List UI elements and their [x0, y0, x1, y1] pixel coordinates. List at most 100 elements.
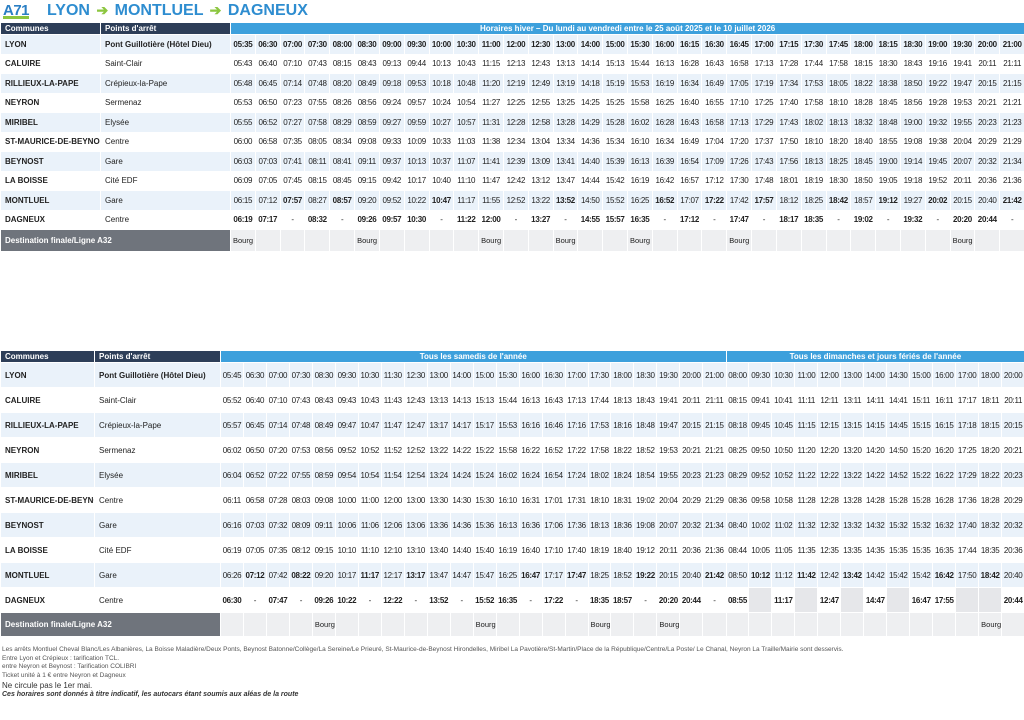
time-cell: 14:29: [577, 112, 604, 133]
time-cell: 18:10: [825, 92, 852, 113]
destination-cell: [380, 612, 405, 637]
time-cell: 07:55: [304, 92, 331, 113]
time-cell: 14:14: [577, 53, 604, 74]
time-cell: 11:00: [478, 34, 504, 55]
time-cell: 14:55: [577, 209, 604, 230]
sunday-time-cell: 16:47: [909, 587, 934, 613]
stops-header: Points d'arrêt: [100, 22, 231, 35]
sunday-time-cell: 09:58: [748, 487, 773, 513]
saturday-time-cell: 18:36: [610, 512, 635, 538]
commune-cell: LYON: [0, 34, 101, 55]
time-cell: 17:19: [751, 73, 777, 94]
sunday-time-cell: 11:42: [794, 562, 819, 588]
time-cell: 16:55: [701, 92, 728, 113]
saturday-time-cell: 06:58: [242, 487, 267, 513]
saturday-time-cell: 13:30: [426, 487, 451, 513]
saturday-time-cell: -: [633, 587, 658, 613]
destination-cell: [527, 229, 554, 252]
sunday-time-cell: 11:20: [794, 437, 819, 463]
time-cell: 19:27: [899, 190, 926, 211]
saturday-time-cell: 09:26: [311, 587, 336, 613]
saturday-time-cell: 13:06: [403, 512, 428, 538]
time-cell: -: [279, 209, 306, 230]
stop-cell: Cité EDF: [94, 537, 221, 563]
time-cell: 13:13: [552, 53, 579, 74]
sunday-time-cell: 11:28: [794, 487, 819, 513]
time-cell: 20:02: [924, 190, 951, 211]
saturday-time-cell: 18:31: [610, 487, 635, 513]
route-origin: LYON: [47, 2, 90, 19]
time-cell: 13:04: [527, 131, 554, 152]
time-cell: 09:26: [354, 209, 380, 230]
saturday-time-cell: 17:22: [564, 437, 589, 463]
commune-cell: DAGNEUX: [0, 587, 95, 613]
time-cell: 12:55: [527, 92, 554, 113]
time-cell: 08:30: [354, 34, 380, 55]
time-cell: 18:45: [875, 92, 901, 113]
time-cell: -: [428, 209, 455, 230]
time-cell: 20:23: [974, 112, 1001, 133]
time-cell: 11:47: [478, 170, 504, 191]
time-cell: 15:13: [602, 53, 628, 74]
time-cell: 19:08: [899, 131, 926, 152]
time-cell: 14:18: [577, 73, 604, 94]
time-cell: 21:15: [999, 73, 1024, 94]
time-cell: 08:15: [304, 170, 331, 191]
saturday-time-cell: 19:55: [656, 462, 681, 488]
table-row: BEYNOST Gare 06:03 07:03 07:41 08:11 08:41 09:1…: [0, 151, 1024, 172]
destination-cell: [701, 229, 728, 252]
time-cell: 09:59: [403, 112, 430, 133]
time-cell: 09:52: [378, 190, 405, 211]
commune-cell: MIRIBEL: [0, 112, 101, 133]
commune-cell: BEYNOST: [0, 512, 95, 538]
sunday-time-cell: 17:36: [955, 487, 980, 513]
time-cell: 09:57: [378, 209, 405, 230]
time-cell: 21:34: [999, 151, 1024, 172]
time-cell: 09:30: [403, 34, 430, 55]
commune-cell: ST-MAURICE-DE-BEYNOST: [0, 131, 101, 152]
time-cell: 13:19: [552, 73, 579, 94]
time-cell: 12:25: [502, 92, 529, 113]
sunday-time-cell: 15:32: [909, 512, 934, 538]
commune-cell: RILLIEUX-LA-PAPE: [0, 73, 101, 94]
time-cell: -: [502, 209, 529, 230]
time-cell: 05:53: [230, 92, 256, 113]
time-cell: 16:49: [701, 73, 728, 94]
time-cell: 11:31: [478, 112, 504, 133]
time-cell: 19:41: [949, 53, 976, 74]
weekday-timetable: Communes Points d'arrêt Horaires hiver – D…: [0, 22, 1024, 252]
saturday-time-cell: 09:47: [334, 412, 359, 438]
sunday-time-cell: 10:05: [748, 537, 773, 563]
time-cell: 12:34: [502, 131, 529, 152]
destination-cell: [288, 612, 313, 637]
sunday-time-cell: 13:11: [840, 387, 865, 413]
destination-cell: [850, 229, 877, 252]
commune-cell: MIRIBEL: [0, 462, 95, 488]
sunday-time-cell: 20:29: [1001, 487, 1024, 513]
destination-cell: [602, 229, 628, 252]
time-cell: 06:50: [254, 92, 281, 113]
saturday-time-cell: 21:23: [702, 462, 727, 488]
saturday-time-cell: 10:10: [334, 537, 359, 563]
arrow-icon: ➔: [96, 2, 109, 18]
destination-cell: Bourg: [472, 612, 497, 637]
time-cell: 19:52: [924, 170, 951, 191]
saturday-time-cell: 16:02: [495, 462, 520, 488]
destination-cell: [541, 612, 566, 637]
saturday-time-cell: 17:01: [541, 487, 566, 513]
time-cell: 05:35: [230, 34, 256, 55]
time-cell: 19:18: [899, 170, 926, 191]
saturday-time-cell: 10:00: [334, 487, 359, 513]
saturday-time-cell: 16:52: [541, 437, 566, 463]
sunday-time-cell: 16:35: [932, 537, 957, 563]
destination-cell: [518, 612, 543, 637]
saturday-time-cell: 20:23: [679, 462, 704, 488]
saturday-time-cell: 06:19: [220, 537, 244, 563]
time-cell: 09:42: [378, 170, 405, 191]
saturday-time-cell: 17:30: [587, 362, 612, 388]
table-row: DAGNEUX Centre 06:30-07:47-09:26 10:22-12:2…: [0, 587, 1024, 613]
commune-cell: ST-MAURICE-DE-BEYNOST: [0, 487, 95, 513]
communes-header: Communes: [0, 350, 95, 363]
sunday-time-cell: 18:20: [978, 437, 1003, 463]
sunday-time-cell: [886, 587, 911, 613]
